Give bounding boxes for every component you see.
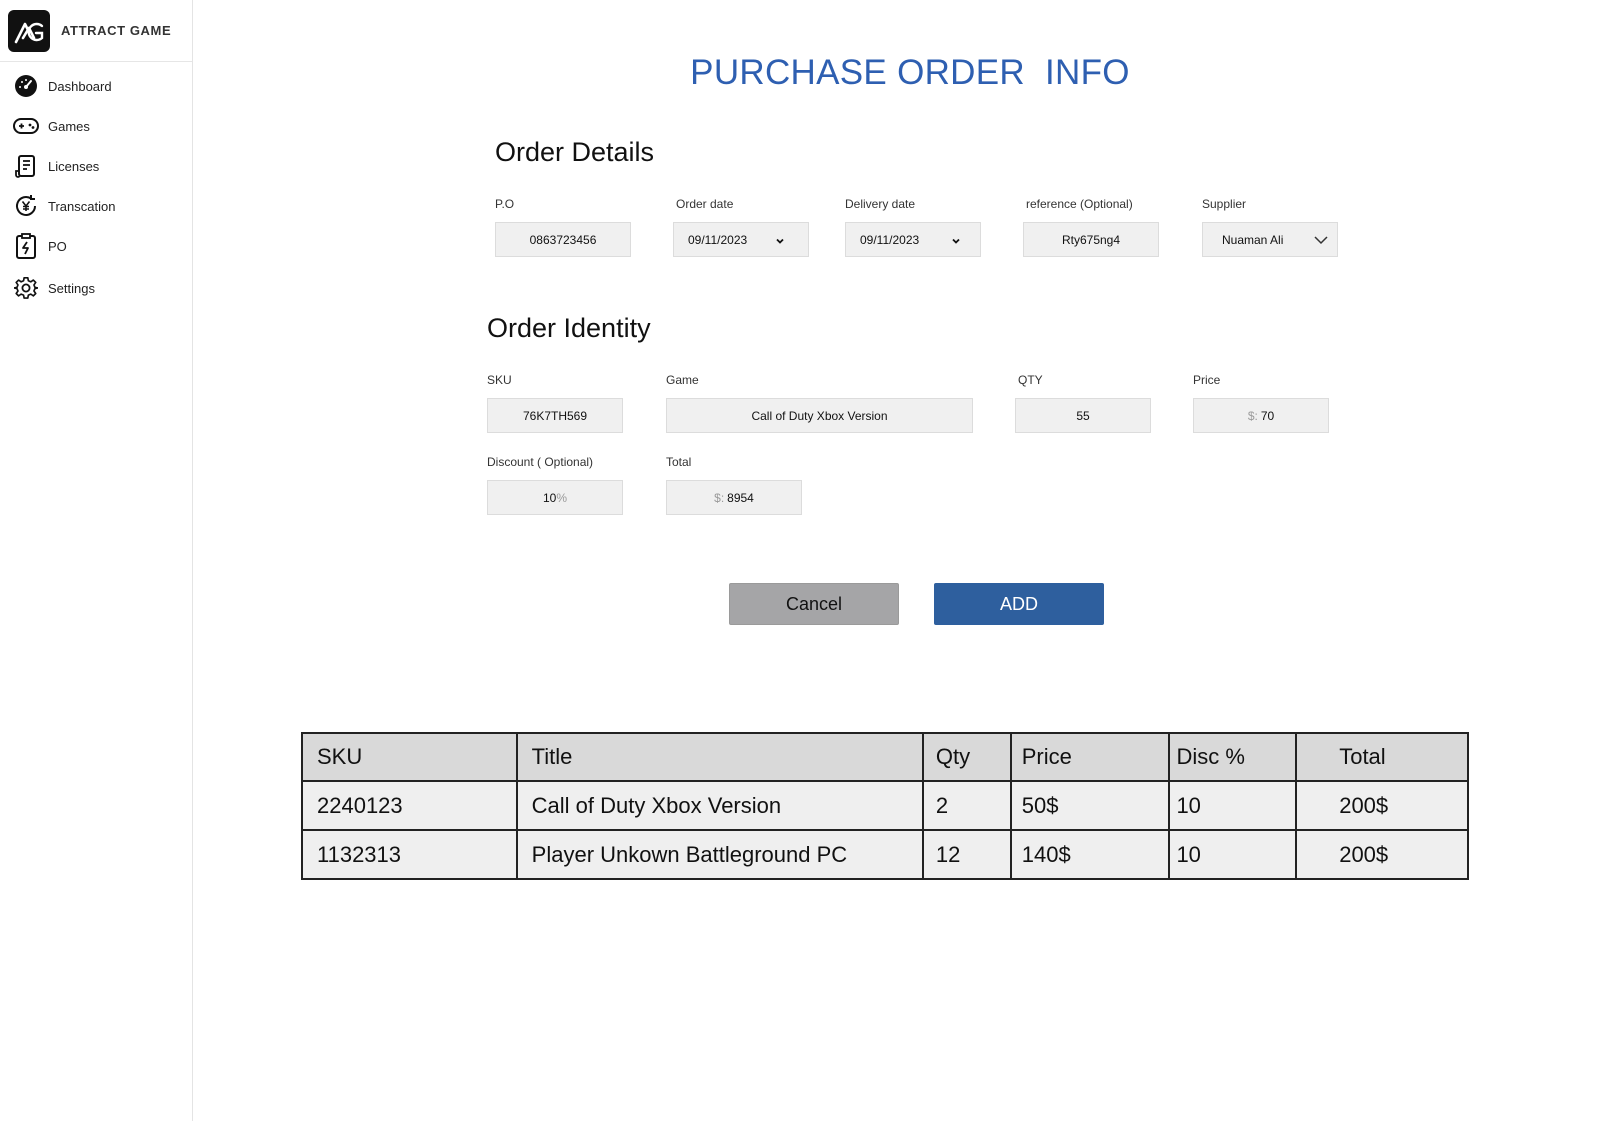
chevron-down-icon — [776, 238, 784, 244]
delivery-date-label: Delivery date — [845, 197, 916, 211]
table-header-row: SKU Title Qty Price Disc % Total — [301, 732, 1469, 782]
table-cell: 12 — [921, 829, 1012, 880]
sidebar-item-label: Dashboard — [48, 78, 112, 94]
po-value: 0863723456 — [529, 232, 597, 247]
column-header: Price — [1009, 732, 1171, 782]
column-header: Disc % — [1168, 732, 1298, 782]
order-date-value: 09/11/2023 — [688, 232, 748, 247]
price-field[interactable]: $: 70 — [1193, 398, 1329, 433]
clipboard-bolt-icon — [13, 233, 39, 259]
game-field[interactable]: Call of Duty Xbox Version — [666, 398, 973, 433]
sku-field[interactable]: 76K7TH569 — [487, 398, 623, 433]
qty-label: QTY — [1018, 373, 1043, 387]
total-value: 8954 — [727, 490, 754, 505]
currency-prefix: $: — [714, 490, 725, 505]
gamepad-icon — [13, 113, 39, 139]
sidebar-item-settings[interactable]: Settings — [0, 270, 192, 306]
yen-refresh-icon — [13, 193, 39, 219]
qty-field[interactable]: 55 — [1015, 398, 1151, 433]
chevron-down-icon — [1314, 236, 1328, 245]
column-header: Qty — [921, 732, 1012, 782]
supplier-label: Supplier — [1202, 197, 1247, 211]
table-cell: 10 — [1168, 780, 1298, 831]
supplier-value: Nuaman Ali — [1222, 232, 1284, 247]
table-cell: 2240123 — [301, 780, 518, 831]
total-label: Total — [666, 455, 692, 469]
po-label: P.O — [495, 197, 515, 211]
brand: ATTRACT GAME — [0, 0, 192, 62]
license-document-icon — [13, 153, 39, 179]
table-cell: Player Unkown Battleground PC — [515, 829, 924, 880]
sidebar-item-transaction[interactable]: Transcation — [0, 188, 192, 224]
order-details-heading: Order Details — [495, 137, 655, 167]
reference-label: reference (Optional) — [1026, 197, 1133, 211]
sku-value: 76K7TH569 — [522, 408, 588, 423]
price-value: 70 — [1260, 408, 1275, 423]
sidebar-item-dashboard[interactable]: Dashboard — [0, 68, 192, 104]
table-cell: 200$ — [1295, 829, 1469, 880]
order-date-label: Order date — [676, 197, 734, 211]
table-row[interactable]: 1132313 Player Unkown Battleground PC 12… — [301, 829, 1469, 880]
sku-label: SKU — [487, 373, 512, 387]
sidebar-item-label: Licenses — [48, 158, 100, 174]
sidebar-item-label: Games — [48, 118, 90, 134]
table-cell: 200$ — [1295, 780, 1469, 831]
brand-logo-icon[interactable] — [8, 9, 50, 52]
table-cell: 10 — [1168, 829, 1298, 880]
page-title: PURCHASE ORDER INFO — [690, 53, 1130, 92]
sidebar-item-label: Settings — [48, 280, 95, 296]
discount-field[interactable]: 10% — [487, 480, 623, 515]
table-cell: 140$ — [1009, 829, 1171, 880]
discount-label: Discount ( Optional) — [487, 455, 594, 469]
reference-field[interactable]: Rty675ng4 — [1023, 222, 1159, 257]
table-cell: 2 — [921, 780, 1012, 831]
sidebar-item-games[interactable]: Games — [0, 108, 192, 144]
gauge-icon — [13, 73, 39, 99]
reference-value: Rty675ng4 — [1061, 232, 1121, 247]
page-title-wrap: PURCHASE ORDER INFO — [0, 53, 1600, 93]
percent-suffix: % — [556, 490, 568, 505]
delivery-date-value: 09/11/2023 — [860, 232, 920, 247]
game-label: Game — [666, 373, 699, 387]
sidebar-item-po[interactable]: PO — [0, 228, 192, 264]
game-value: Call of Duty Xbox Version — [751, 408, 888, 423]
chevron-down-icon — [952, 238, 960, 244]
column-header: SKU — [301, 732, 518, 782]
sidebar: ATTRACT GAME Dashboard Games Licenses Tr… — [0, 0, 193, 1121]
total-field[interactable]: $: 8954 — [666, 480, 802, 515]
po-field[interactable]: 0863723456 — [495, 222, 631, 257]
column-header: Total — [1295, 732, 1469, 782]
gear-icon — [13, 275, 39, 301]
currency-prefix: $: — [1247, 408, 1258, 423]
sidebar-item-label: Transcation — [48, 198, 116, 214]
sidebar-item-label: PO — [48, 238, 67, 254]
add-button[interactable]: ADD — [934, 583, 1104, 625]
qty-value: 55 — [1076, 408, 1090, 423]
brand-name: ATTRACT GAME — [61, 23, 172, 38]
delivery-date-picker[interactable]: 09/11/2023 — [845, 222, 981, 257]
cancel-button[interactable]: Cancel — [729, 583, 899, 625]
supplier-select[interactable]: Nuaman Ali — [1202, 222, 1338, 257]
column-header: Title — [515, 732, 924, 782]
price-label: Price — [1193, 373, 1221, 387]
order-date-picker[interactable]: 09/11/2023 — [673, 222, 809, 257]
table-cell: Call of Duty Xbox Version — [515, 780, 924, 831]
order-identity-heading: Order Identity — [487, 313, 651, 343]
table-cell: 50$ — [1009, 780, 1171, 831]
table-cell: 1132313 — [301, 829, 518, 880]
table-row[interactable]: 2240123 Call of Duty Xbox Version 2 50$ … — [301, 780, 1469, 831]
order-items-table: SKU Title Qty Price Disc % Total 2240123… — [301, 732, 1469, 880]
discount-value: 10 — [542, 490, 557, 505]
sidebar-item-licenses[interactable]: Licenses — [0, 148, 192, 184]
